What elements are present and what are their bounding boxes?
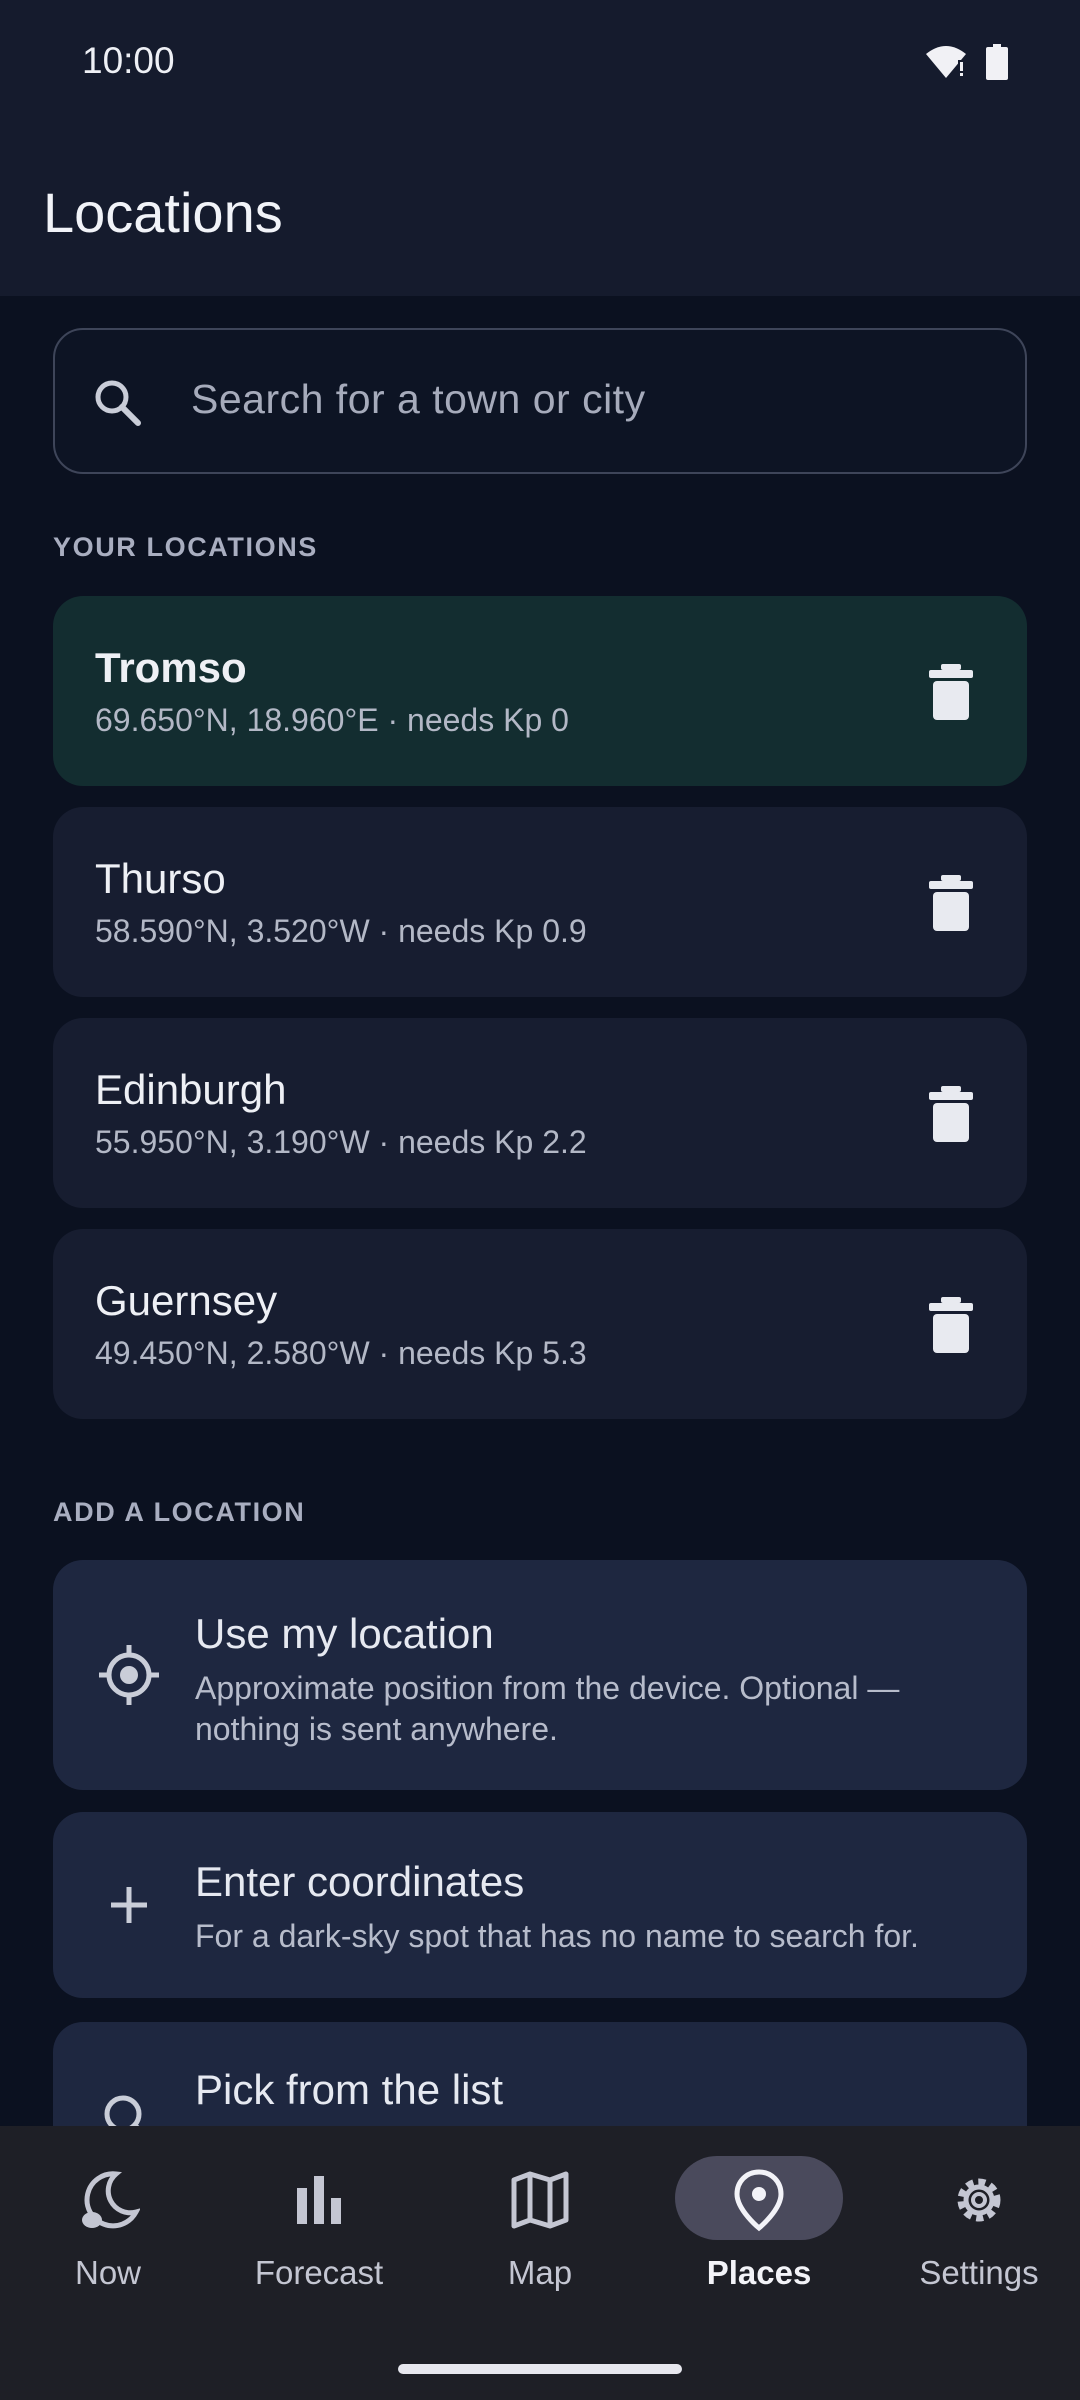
- add-location-heading: ADD A LOCATION: [53, 1497, 306, 1527]
- delete-icon[interactable]: [927, 664, 975, 720]
- location-detail: 49.450°N, 2.580°W · needs Kp 5.3: [95, 1335, 587, 1371]
- location-card-guernsey[interactable]: Guernsey 49.450°N, 2.580°W · needs Kp 5.…: [53, 1229, 1027, 1419]
- option-description: For a dark-sky spot that has no name to …: [195, 1918, 919, 1954]
- search-placeholder: Search for a town or city: [191, 376, 646, 422]
- nav-settings[interactable]: Settings: [871, 2126, 1080, 2326]
- nav-label: Places: [706, 2254, 812, 2291]
- nav-label: Settings: [919, 2254, 1039, 2291]
- status-time: 10:00: [82, 40, 175, 81]
- nav-map[interactable]: Map: [432, 2126, 648, 2326]
- delete-icon[interactable]: [927, 875, 975, 931]
- search-icon: [95, 380, 141, 426]
- location-name: Thurso: [95, 855, 226, 902]
- nav-forecast[interactable]: Forecast: [211, 2126, 427, 2326]
- wifi-icon: [926, 46, 966, 78]
- moon-icon: [82, 2171, 140, 2229]
- location-detail: 55.950°N, 3.190°W · needs Kp 2.2: [95, 1124, 587, 1160]
- use-my-location-button[interactable]: Use my location Approximate position fro…: [53, 1560, 1027, 1790]
- bottom-navigation: Now Forecast Map Places Settings: [0, 2126, 1080, 2400]
- page-title: Locations: [43, 181, 283, 244]
- delete-icon[interactable]: [927, 1086, 975, 1142]
- app-bar: Locations: [0, 128, 1080, 296]
- enter-coordinates-button[interactable]: Enter coordinates For a dark-sky spot th…: [53, 1812, 1027, 1998]
- home-indicator[interactable]: [398, 2364, 682, 2374]
- location-name: Guernsey: [95, 1277, 278, 1324]
- search-icon: [104, 2095, 142, 2126]
- map-icon: [511, 2171, 569, 2229]
- location-detail: 58.590°N, 3.520°W · needs Kp 0.9: [95, 913, 587, 949]
- location-card-thurso[interactable]: Thurso 58.590°N, 3.520°W · needs Kp 0.9: [53, 807, 1027, 997]
- your-locations-heading: YOUR LOCATIONS: [53, 532, 318, 562]
- locations-content[interactable]: Search for a town or city YOUR LOCATIONS…: [0, 296, 1080, 2126]
- bar-chart-icon: [297, 2176, 341, 2224]
- delete-icon[interactable]: [927, 1297, 975, 1353]
- nav-label: Forecast: [254, 2254, 384, 2291]
- location-card-edinburgh[interactable]: Edinburgh 55.950°N, 3.190°W · needs Kp 2…: [53, 1018, 1027, 1208]
- option-title: Use my location: [195, 1610, 494, 1657]
- option-title: Pick from the list: [195, 2066, 504, 2113]
- pick-from-list-button[interactable]: Pick from the list: [53, 2022, 1027, 2126]
- my-location-icon: [99, 1645, 159, 1705]
- nav-places[interactable]: Places: [651, 2126, 867, 2326]
- location-pin-icon: [734, 2169, 784, 2232]
- plus-icon: [111, 1887, 147, 1923]
- location-name: Edinburgh: [95, 1066, 287, 1113]
- location-name: Tromso: [95, 644, 247, 691]
- battery-icon: [986, 44, 1008, 80]
- nav-now[interactable]: Now: [0, 2126, 216, 2326]
- status-bar: 10:00: [0, 0, 1080, 128]
- status-icons: [924, 44, 1008, 80]
- location-card-tromso[interactable]: Tromso 69.650°N, 18.960°E · needs Kp 0: [53, 596, 1027, 786]
- nav-label: Map: [507, 2254, 573, 2291]
- gear-icon: [957, 2178, 1001, 2222]
- location-detail: 69.650°N, 18.960°E · needs Kp 0: [95, 702, 569, 738]
- option-title: Enter coordinates: [195, 1858, 525, 1905]
- search-input[interactable]: Search for a town or city: [53, 328, 1027, 474]
- option-description: Approximate position from the device. Op…: [195, 1670, 900, 1747]
- nav-label: Now: [74, 2254, 142, 2291]
